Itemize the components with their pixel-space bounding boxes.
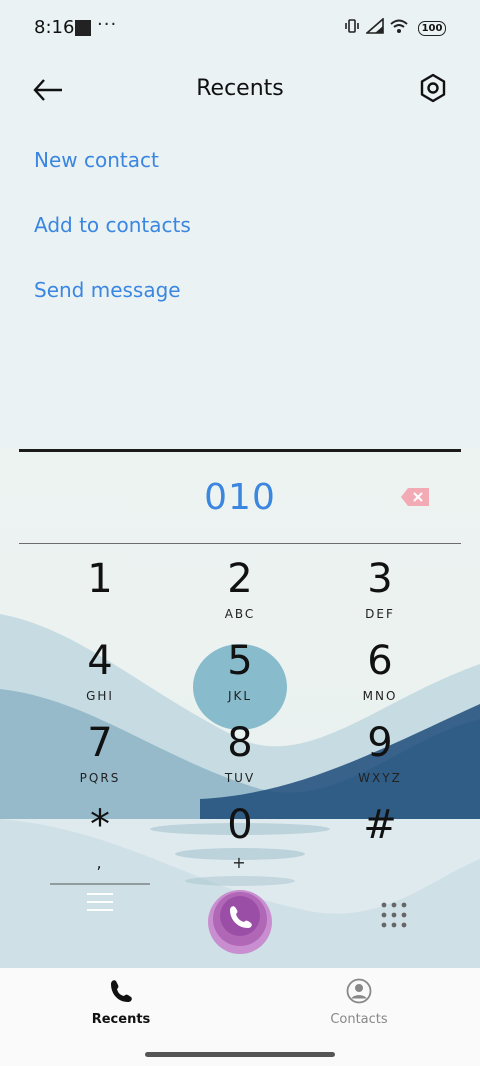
wifi-icon: [390, 19, 408, 33]
nav-recents[interactable]: Recents: [51, 978, 191, 1027]
key-letters: GHI: [86, 689, 114, 703]
phone-icon: [111, 980, 132, 1002]
new-contact-link[interactable]: New contact: [34, 148, 159, 172]
key-digit: 4: [87, 638, 113, 684]
number-divider: [19, 543, 461, 544]
key-star[interactable]: * ,: [40, 802, 160, 872]
key-2[interactable]: 2 ABC: [180, 557, 300, 621]
key-letters: [40, 607, 160, 621]
notification-icon: [75, 20, 91, 36]
key-letters: +: [232, 853, 248, 872]
key-9[interactable]: 9 WXYZ: [320, 721, 440, 785]
key-digit: 1: [87, 556, 113, 602]
add-to-contacts-link[interactable]: Add to contacts: [34, 213, 191, 237]
nav-recents-label: Recents: [91, 1012, 151, 1027]
key-digit: *: [90, 802, 110, 848]
key-letters: TUV: [224, 771, 256, 785]
status-icons: [344, 18, 408, 34]
settings-icon[interactable]: [418, 72, 448, 104]
key-letters: [320, 853, 440, 867]
key-letters: WXYZ: [358, 771, 402, 785]
key-digit: 5: [227, 638, 253, 684]
status-time: 8:16: [34, 17, 75, 38]
key-5[interactable]: 5 JKL: [180, 639, 300, 703]
key-0[interactable]: 0 +: [180, 802, 300, 872]
page-title: Recents: [196, 76, 284, 101]
backspace-icon[interactable]: [400, 487, 430, 507]
battery-icon: 100: [418, 21, 446, 36]
home-indicator: [145, 1052, 335, 1057]
dialpad-panel: 010 1 2 ABC 3 DEF 4 GHI 5 JKL 6 MNO 7 PQ…: [0, 449, 480, 969]
key-digit: 9: [367, 720, 393, 766]
key-6[interactable]: 6 MNO: [320, 639, 440, 703]
vibrate-icon: [345, 19, 359, 33]
call-button[interactable]: [206, 888, 274, 956]
key-digit: 0: [227, 802, 253, 848]
key-letters: MNO: [362, 689, 398, 703]
key-1[interactable]: 1: [40, 557, 160, 621]
key-digit: 2: [227, 556, 253, 602]
signal-icon: [366, 18, 384, 34]
key-7[interactable]: 7 PQRS: [40, 721, 160, 785]
key-8[interactable]: 8 TUV: [180, 721, 300, 785]
nav-contacts-label: Contacts: [330, 1012, 388, 1027]
key-4[interactable]: 4 GHI: [40, 639, 160, 703]
key-digit: #: [363, 802, 397, 848]
contacts-icon: [346, 978, 372, 1004]
send-message-link[interactable]: Send message: [34, 278, 181, 302]
key-letters: ABC: [224, 607, 256, 621]
key-digit: 7: [87, 720, 113, 766]
key-letters: DEF: [365, 607, 395, 621]
key-letters: PQRS: [79, 771, 121, 785]
key-letters: JKL: [227, 689, 253, 703]
nav-contacts[interactable]: Contacts: [289, 978, 429, 1027]
key-digit: 6: [367, 638, 393, 684]
key-digit: 8: [227, 720, 253, 766]
key-digit: 3: [367, 556, 393, 602]
status-bar: 8:16 ··· 100: [0, 0, 480, 56]
key-letters: ,: [96, 853, 104, 872]
app-bar: Recents: [0, 60, 480, 120]
more-notifications-icon: ···: [97, 14, 118, 35]
divider: [19, 449, 461, 452]
menu-icon[interactable]: [86, 891, 114, 913]
dialpad-toggle-icon[interactable]: [380, 901, 408, 929]
key-3[interactable]: 3 DEF: [320, 557, 440, 621]
key-hash[interactable]: #: [320, 803, 440, 867]
